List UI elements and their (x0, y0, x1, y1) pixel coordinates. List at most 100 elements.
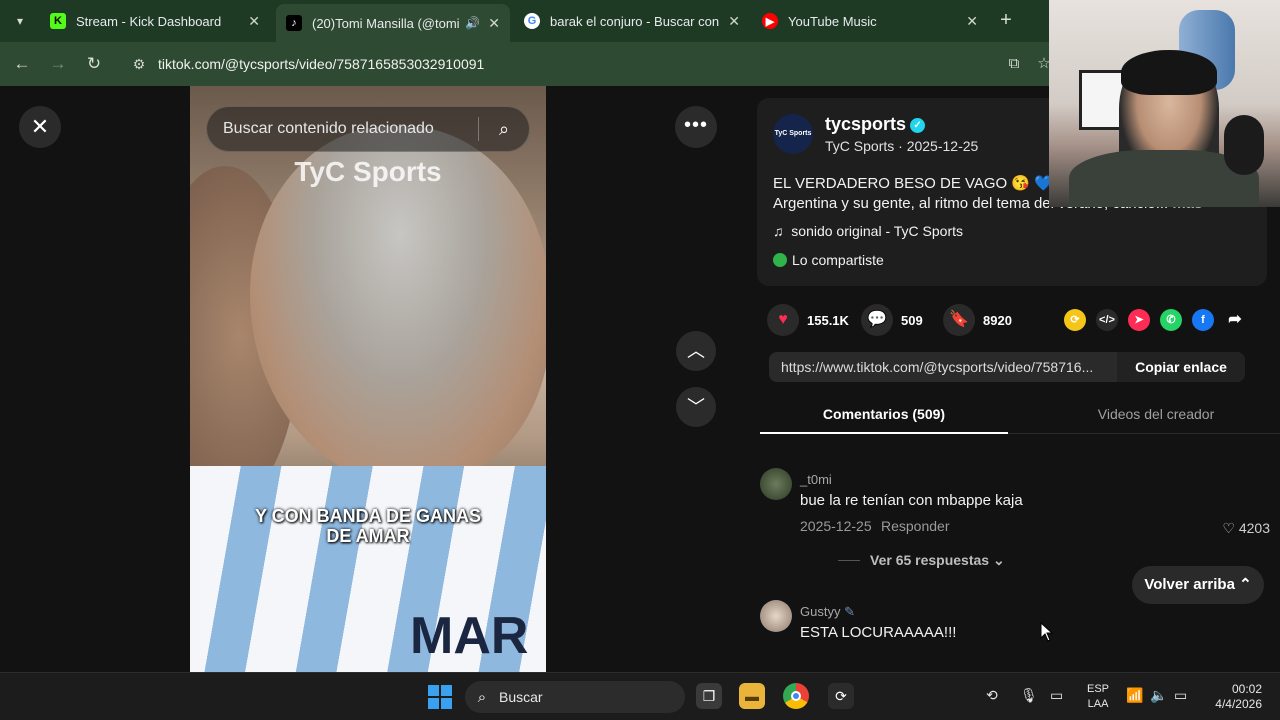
search-input[interactable]: Buscar contenido relacionado (223, 120, 478, 138)
tab-google-search[interactable]: G barak el conjuro - Buscar con G ✕ (514, 6, 750, 36)
divider (838, 560, 860, 561)
speaker-icon[interactable]: 🔊 (465, 16, 480, 30)
send-to-friends-icon[interactable]: ➤ (1128, 309, 1150, 331)
video-link-field[interactable]: https://www.tiktok.com/@tycsports/video/… (769, 359, 1117, 375)
comment-username[interactable]: Gustyy ✎ (800, 604, 855, 620)
webcam-streamer-hair (1121, 50, 1217, 95)
shared-status: Lo compartiste (773, 252, 884, 268)
copy-link-button[interactable]: Copiar enlace (1117, 352, 1245, 382)
close-video-button[interactable]: ✕ (19, 106, 61, 148)
language-indicator[interactable]: ESP LAA (1087, 682, 1109, 712)
tab-tiktok[interactable]: ♪ (20)Tomi Mansilla (@tomim 🔊 ✕ (276, 4, 510, 42)
related-search-bar[interactable]: Buscar contenido relacionado ⌕ (206, 106, 530, 152)
avatar[interactable] (760, 468, 792, 500)
shared-dot-icon (773, 253, 787, 267)
next-video-button[interactable]: ﹀ (676, 387, 716, 427)
embed-code-icon[interactable]: </> (1096, 309, 1118, 331)
tab-comments[interactable]: Comentarios (509) (760, 406, 1008, 434)
facebook-icon[interactable]: f (1192, 309, 1214, 331)
windows-start-icon[interactable] (428, 685, 452, 709)
chevron-down-icon: ﹀ (687, 397, 705, 417)
bookmark-icon: 🔖 (943, 304, 975, 336)
heart-outline-icon: ♡ (1222, 520, 1235, 536)
microphone-icon[interactable]: 🎙 (1020, 687, 1038, 704)
badge-icon: ✎ (844, 604, 855, 619)
chevron-up-icon: ︿ (687, 341, 705, 361)
share-arrow-icon[interactable]: ➦ (1224, 309, 1246, 331)
search-icon[interactable]: ⌕ (479, 119, 529, 140)
sound-link[interactable]: ♫ sonido original - TyC Sports (773, 223, 963, 239)
whatsapp-icon[interactable]: ✆ (1160, 309, 1182, 331)
url-text[interactable]: tiktok.com/@tycsports/video/758716585303… (158, 56, 484, 72)
tab-kick-dashboard[interactable]: K Stream - Kick Dashboard ✕ (40, 6, 270, 36)
comment-item: Gustyy ✎ ESTA LOCURAAAAA!!! (760, 600, 1270, 660)
comment-text: bue la re tenían con mbappe kaja (800, 492, 1023, 509)
author-avatar[interactable]: TyC Sports (773, 114, 813, 154)
tiktok-icon: ♪ (286, 15, 302, 31)
mouse-cursor-icon (1040, 622, 1054, 642)
close-tab-icon[interactable]: ✕ (248, 13, 260, 30)
close-icon: ✕ (30, 114, 50, 139)
webcam-overlay (1049, 0, 1280, 207)
comment-bubble-icon: 💬 (861, 304, 893, 336)
youtube-music-icon: ▶ (762, 13, 778, 29)
music-note-icon: ♫ (773, 223, 784, 239)
volume-icon[interactable]: 🔈 (1150, 687, 1167, 704)
wifi-icon[interactable]: 📶 (1126, 687, 1143, 704)
avatar[interactable] (760, 600, 792, 632)
heart-icon: ♥ (767, 304, 799, 336)
tab-creator-videos[interactable]: Videos del creador (1032, 406, 1280, 422)
back-arrow-icon[interactable]: ← (10, 52, 34, 76)
forward-arrow-icon[interactable]: → (46, 52, 70, 76)
chrome-icon[interactable] (783, 683, 809, 709)
taskbar-search[interactable]: ⌕ Buscar (465, 681, 685, 713)
kick-icon: K (50, 13, 66, 29)
close-tab-icon[interactable]: ✕ (728, 13, 740, 30)
video-subtitle: Y CON BANDA DE GANAS DE AMAR (254, 506, 482, 546)
jersey-text: MAR (410, 607, 529, 665)
battery-icon[interactable]: ▭ (1174, 687, 1187, 704)
install-app-icon[interactable]: ⧉ (1002, 52, 1026, 76)
close-tab-icon[interactable]: ✕ (488, 15, 500, 32)
double-chevron-up-icon: ⌃ (1239, 576, 1252, 593)
search-icon: ⌕ (477, 688, 487, 706)
repost-icon[interactable]: ⟳ (1064, 309, 1086, 331)
action-bar: ♥ 155.1K 💬 509 🔖 8920 ⟳ </> ➤ ✆ f ➦ (767, 304, 1267, 336)
comment-username[interactable]: _t0mi (800, 472, 832, 487)
webcam-microphone (1224, 115, 1264, 175)
close-tab-icon[interactable]: ✕ (966, 13, 978, 30)
save-button[interactable]: 🔖 8920 (943, 304, 1012, 336)
sync-icon[interactable]: ⟲ (986, 687, 998, 704)
file-explorer-icon[interactable]: ▬ (739, 683, 765, 709)
panel-tabs: Comentarios (509) Videos del creador (760, 398, 1280, 434)
app-icon[interactable]: ⟳ (828, 683, 854, 709)
task-view-icon[interactable]: ❐ (696, 683, 722, 709)
more-options-button[interactable]: ••• (675, 106, 717, 148)
comment-like-button[interactable]: ♡ 4203 (1222, 520, 1270, 537)
like-button[interactable]: ♥ 155.1K (767, 304, 849, 336)
comment-text: ESTA LOCURAAAAA!!! (800, 624, 957, 641)
omnibox[interactable]: ⚙ tiktok.com/@tycsports/video/7587165853… (120, 48, 1060, 80)
copy-link-box: https://www.tiktok.com/@tycsports/video/… (769, 352, 1245, 382)
previous-video-button[interactable]: ︿ (676, 331, 716, 371)
comment-item: _t0mi bue la re tenían con mbappe kaja 2… (760, 468, 1270, 578)
chevron-down-icon: ⌄ (992, 552, 1005, 568)
author-username[interactable]: tycsports ✓ (825, 114, 926, 135)
video-player[interactable]: TyC Sports MAR Y CON BANDA DE GANAS DE A… (190, 86, 546, 672)
tab-search-chevron-icon[interactable]: ▾ (8, 9, 32, 33)
comment-date: 2025-12-25 (800, 518, 872, 534)
reply-button[interactable]: Responder (881, 518, 950, 534)
display-icon[interactable]: ▭ (1050, 687, 1063, 704)
author-meta: TyC Sports · 2025-12-25 (825, 138, 979, 154)
back-to-top-button[interactable]: Volver arriba ⌃ (1132, 566, 1264, 604)
taskbar: ⌕ Buscar ❐ ▬ ⟳ ⟲ 🎙 ▭ ESP LAA 📶 🔈 ▭ 00:02 4… (0, 672, 1280, 720)
new-tab-plus-icon[interactable]: + (994, 8, 1018, 32)
system-clock[interactable]: 00:02 4/4/2026 (1210, 682, 1262, 712)
verified-badge-icon: ✓ (910, 118, 926, 133)
view-replies-button[interactable]: Ver 65 respuestas ⌄ (838, 552, 1005, 569)
site-info-icon[interactable]: ⚙ (124, 56, 154, 73)
tab-youtube-music[interactable]: ▶ YouTube Music ✕ (752, 6, 988, 36)
comment-button[interactable]: 💬 509 (861, 304, 923, 336)
reload-icon[interactable]: ↻ (82, 52, 106, 76)
chrome-center-icon (791, 691, 801, 701)
